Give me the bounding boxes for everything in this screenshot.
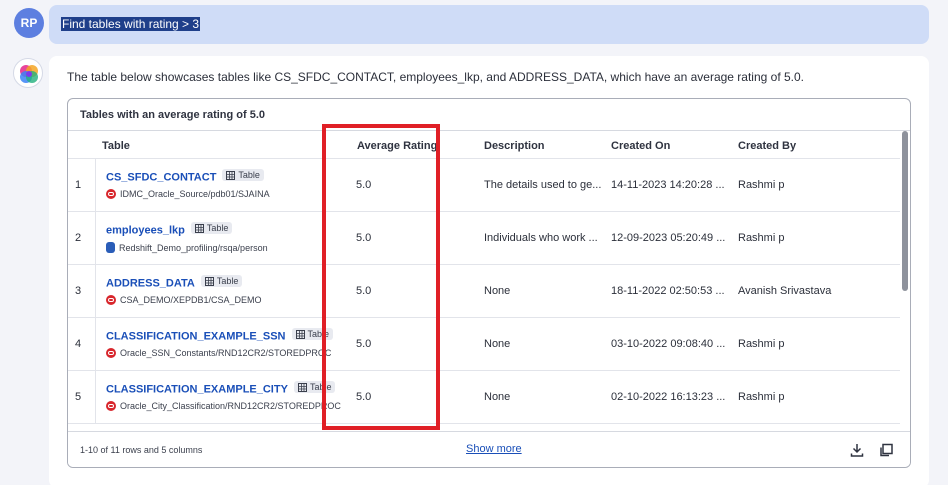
- table-path: CSA_DEMO/XEPDB1/CSA_DEMO: [106, 295, 262, 305]
- table-type-badge: Table: [190, 222, 233, 234]
- table-path: IDMC_Oracle_Source/pdb01/SJAINA: [106, 189, 270, 199]
- created-by-cell: Rashmi p: [738, 179, 785, 191]
- created-on-cell: 18-11-2022 02:50:53 ...: [611, 285, 725, 297]
- table-footer: 1-10 of 11 rows and 5 columns Show more: [68, 431, 910, 467]
- answer-summary: The table below showcases tables like CS…: [67, 70, 805, 84]
- created-on-cell: 12-09-2023 05:20:49 ...: [611, 232, 726, 244]
- table-grid-icon: [295, 329, 305, 339]
- table-type-badge: Table: [222, 169, 264, 181]
- table-type-badge: Table: [200, 275, 243, 287]
- description-cell: None: [484, 391, 511, 403]
- table-path: Redshift_Demo_profiling/rsqa/person: [106, 242, 268, 253]
- table-grid-icon: [226, 170, 236, 180]
- download-icon[interactable]: [848, 441, 866, 459]
- created-on-cell: 03-10-2022 09:08:40 ...: [611, 338, 726, 350]
- table-row[interactable]: 3 ADDRESS_DATA Table CSA_DEMO/XEPDB1/CSA_…: [68, 265, 900, 318]
- table-path: Oracle_City_Classification/RND12CR2/STOR…: [106, 401, 341, 411]
- table-name-link[interactable]: CLASSIFICATION_EXAMPLE_SSN Table: [106, 328, 334, 343]
- created-by-cell: Rashmi p: [738, 391, 785, 403]
- row-index: 1: [75, 179, 82, 191]
- column-header-created-on[interactable]: Created On: [611, 140, 670, 152]
- table-row[interactable]: 1 CS_SFDC_CONTACT Table IDMC_Oracle_Sourc…: [68, 159, 900, 212]
- table-name-link[interactable]: ADDRESS_DATA Table: [106, 275, 243, 290]
- row-index: 4: [75, 338, 82, 350]
- table-header: Table Average Rating Description Created…: [68, 131, 900, 159]
- user-query-text: Find tables with rating > 3: [61, 17, 201, 31]
- row-index-cell: 4: [68, 318, 96, 370]
- row-index: 3: [75, 285, 82, 297]
- table-row[interactable]: 4 CLASSIFICATION_EXAMPLE_SSN Table Oracle…: [68, 318, 900, 371]
- created-by-cell: Avanish Srivastava: [738, 285, 832, 297]
- table-scrollbar[interactable]: [902, 131, 908, 291]
- oracle-source-icon: [106, 189, 116, 199]
- description-cell: None: [484, 285, 511, 297]
- column-header-table[interactable]: Table: [102, 140, 130, 152]
- table-name-link[interactable]: CS_SFDC_CONTACT Table: [106, 169, 264, 184]
- rating-column-highlight: [322, 124, 440, 430]
- oracle-source-icon: [106, 295, 116, 305]
- table-row[interactable]: 2 employees_lkp Table Redshift_Demo_profi…: [68, 212, 900, 265]
- table-name-link[interactable]: CLASSIFICATION_EXAMPLE_CITY Table: [106, 381, 336, 396]
- oracle-source-icon: [106, 348, 116, 358]
- column-header-description[interactable]: Description: [484, 140, 545, 152]
- created-by-cell: Rashmi p: [738, 232, 785, 244]
- description-cell: None: [484, 338, 511, 350]
- row-index-cell: 3: [68, 265, 96, 317]
- results-table: Tables with an average rating of 5.0 Tab…: [67, 98, 911, 468]
- table-row[interactable]: 5 CLASSIFICATION_EXAMPLE_CITY Table Oracl…: [68, 371, 900, 424]
- row-index: 5: [75, 391, 82, 403]
- table-grid-icon: [204, 276, 214, 286]
- user-avatar: RP: [14, 8, 44, 38]
- copy-icon[interactable]: [877, 441, 895, 459]
- description-cell: Individuals who work ...: [484, 232, 598, 244]
- description-cell: The details used to ge...: [484, 179, 602, 191]
- redshift-source-icon: [106, 242, 115, 253]
- created-on-cell: 14-11-2023 14:20:28 ...: [611, 179, 725, 191]
- show-more-link[interactable]: Show more: [466, 443, 522, 455]
- assistant-logo-icon: [13, 58, 43, 88]
- table-grid-icon: [297, 382, 307, 392]
- created-by-cell: Rashmi p: [738, 338, 785, 350]
- user-query-bubble: Find tables with rating > 3: [49, 5, 929, 44]
- table-title: Tables with an average rating of 5.0: [80, 109, 266, 121]
- oracle-source-icon: [106, 401, 116, 411]
- table-name-link[interactable]: employees_lkp Table: [106, 222, 233, 237]
- assistant-answer-card: The table below showcases tables like CS…: [49, 56, 929, 485]
- row-index: 2: [75, 232, 82, 244]
- row-index-cell: 2: [68, 212, 96, 264]
- column-header-created-by[interactable]: Created By: [738, 140, 796, 152]
- row-index-cell: 1: [68, 159, 96, 211]
- table-path: Oracle_SSN_Constants/RND12CR2/STOREDPROC: [106, 348, 331, 358]
- table-grid-icon: [194, 223, 204, 233]
- row-count-info: 1-10 of 11 rows and 5 columns: [80, 445, 203, 455]
- created-on-cell: 02-10-2022 16:13:23 ...: [611, 391, 726, 403]
- row-index-cell: 5: [68, 371, 96, 423]
